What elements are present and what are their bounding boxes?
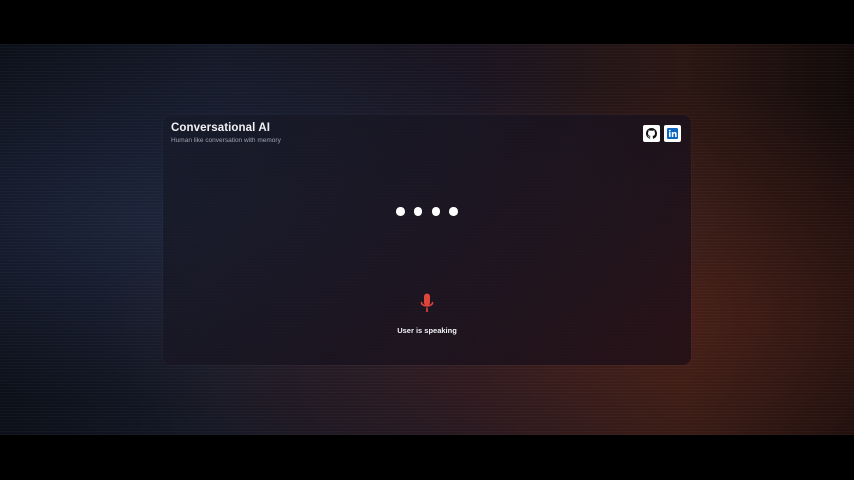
- speaking-status: User is speaking: [397, 326, 457, 335]
- dot: [449, 207, 458, 216]
- linkedin-link-button[interactable]: [664, 125, 681, 142]
- conversation-card: Conversational AI Human like conversatio…: [163, 115, 691, 365]
- github-link-button[interactable]: [643, 125, 660, 142]
- thinking-dots: [396, 207, 458, 216]
- app-subtitle: Human like conversation with memory: [171, 137, 281, 144]
- app-title: Conversational AI: [171, 122, 271, 134]
- microphone-icon: [420, 293, 434, 312]
- dot: [413, 207, 423, 216]
- dot: [396, 207, 405, 216]
- github-icon: [646, 128, 657, 139]
- app-background: Conversational AI Human like conversatio…: [0, 44, 854, 435]
- linkedin-icon: [667, 128, 678, 139]
- dot: [431, 207, 441, 216]
- video-frame: Conversational AI Human like conversatio…: [0, 0, 854, 480]
